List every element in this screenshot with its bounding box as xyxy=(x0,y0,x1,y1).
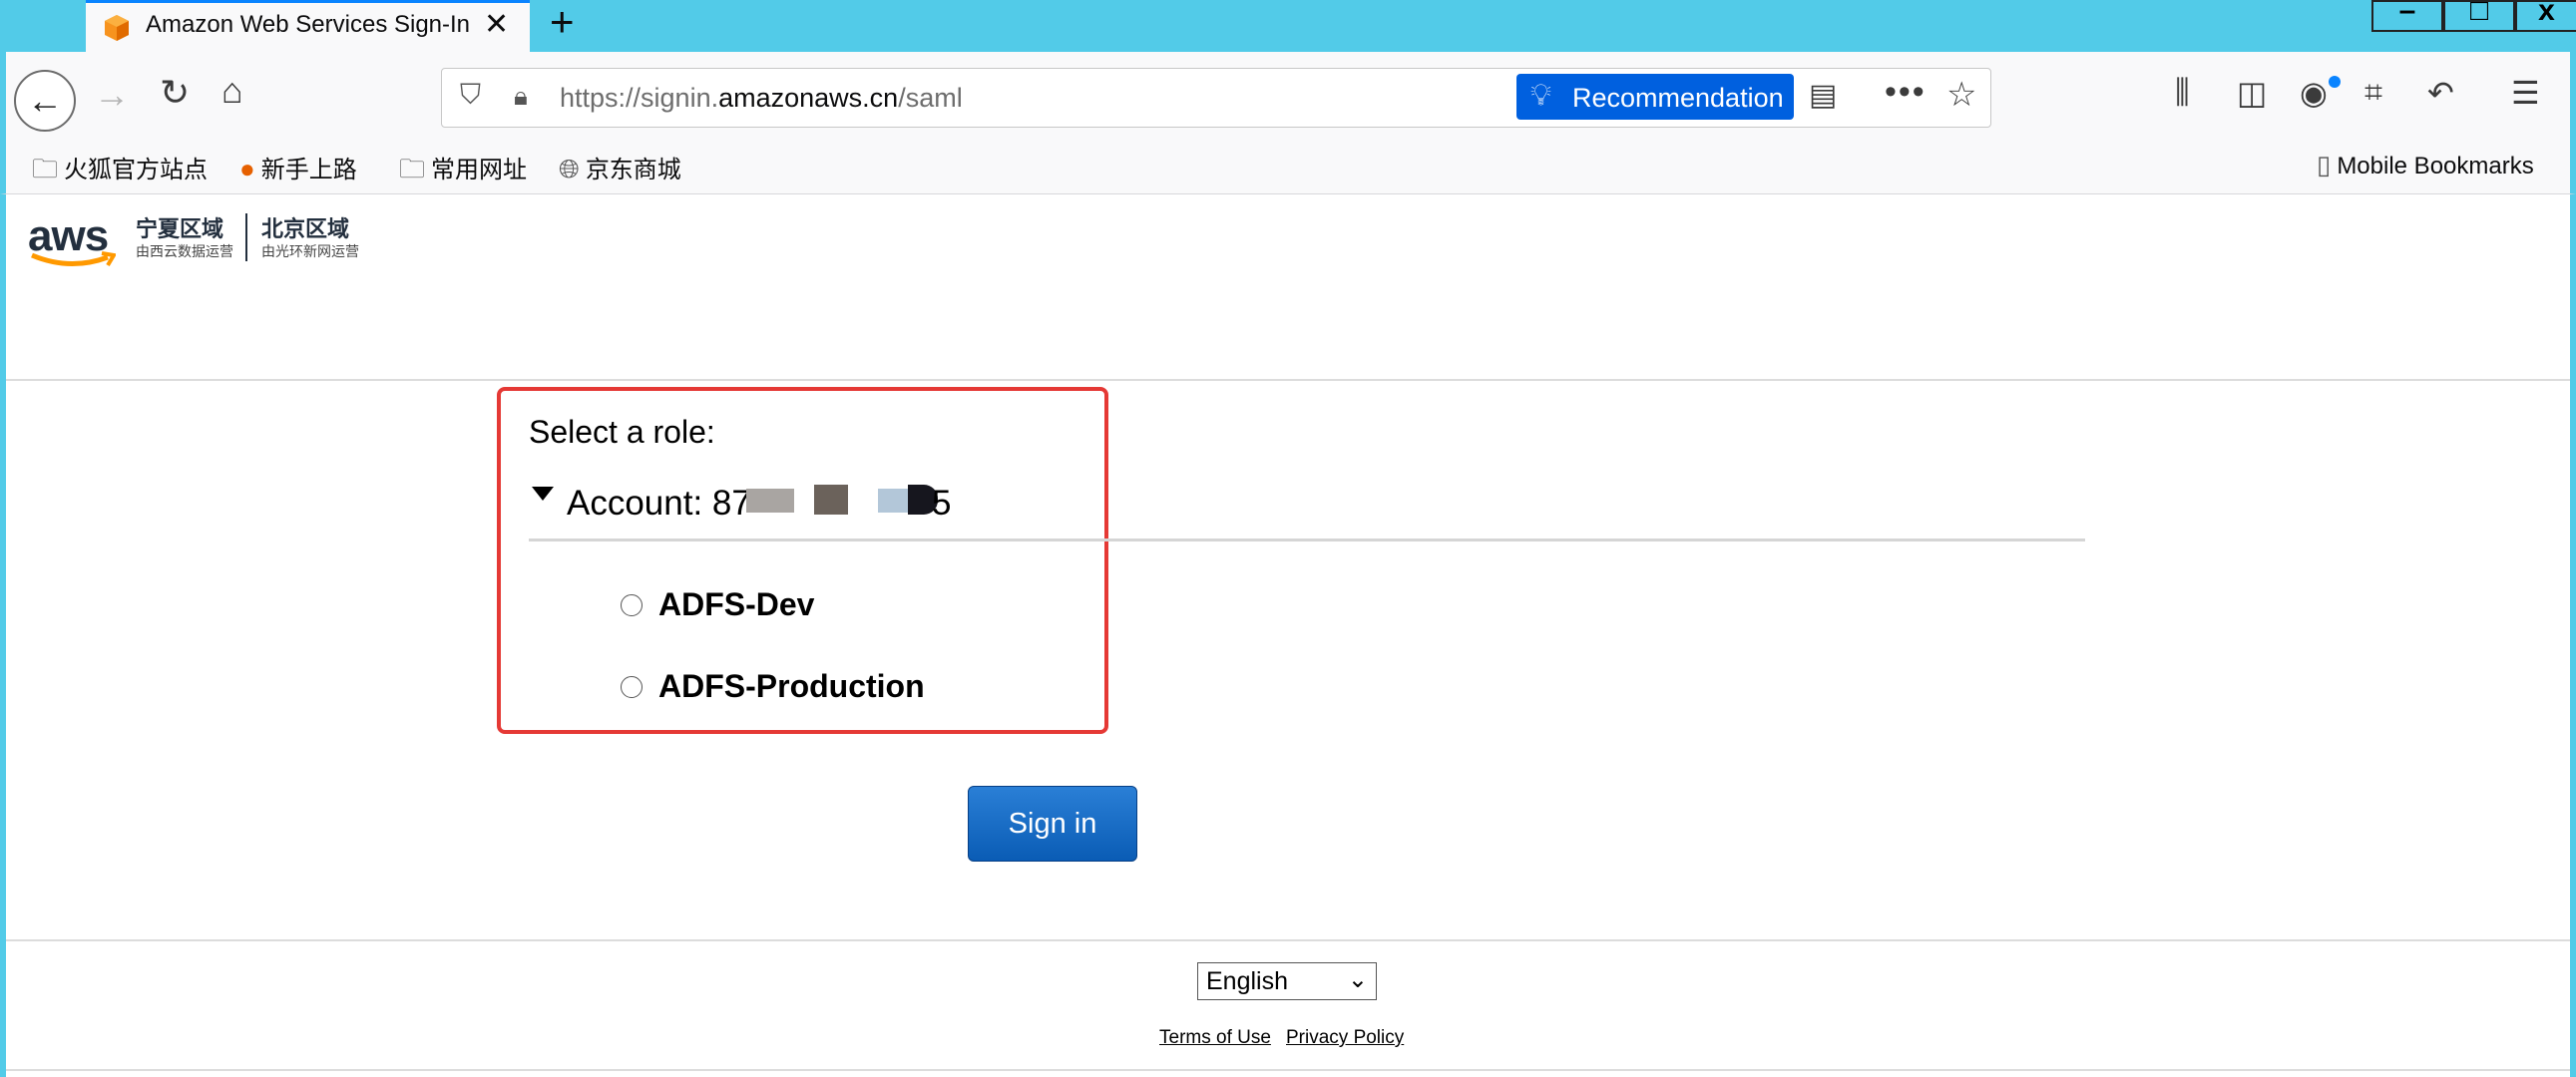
more-actions-icon[interactable]: ••• xyxy=(1885,73,1927,112)
lock-icon[interactable]: 🔒︎ xyxy=(514,81,528,113)
account-suffix: 5 xyxy=(932,484,952,523)
expand-caret-icon[interactable] xyxy=(532,487,554,501)
terms-of-use-link[interactable]: Terms of Use xyxy=(1159,1027,1271,1049)
divider xyxy=(6,1069,2570,1071)
page-content xyxy=(0,194,2576,1077)
region-beijing-title: 北京区域 xyxy=(261,216,350,241)
folder-icon: 🗀 xyxy=(32,154,59,183)
account-icon[interactable]: ◉ xyxy=(2300,74,2328,112)
hamburger-menu-icon[interactable]: ☰ xyxy=(2511,74,2540,112)
select-role-label: Select a role: xyxy=(529,414,715,450)
reader-view-icon[interactable]: ▤ xyxy=(1809,78,1837,113)
account-label: Account: 87 xyxy=(567,484,751,523)
sign-in-button[interactable]: Sign in xyxy=(968,786,1137,862)
aws-logo: aws xyxy=(28,211,116,267)
mobile-bookmarks[interactable]: ▯ Mobile Bookmarks xyxy=(2317,150,2534,180)
redaction xyxy=(746,489,794,513)
minimize-button[interactable]: – xyxy=(2371,0,2443,32)
forward-button[interactable]: → xyxy=(94,74,130,116)
logo-divider xyxy=(245,213,247,261)
address-bar[interactable]: ⛉ 🔒︎ https://signin.amazonaws.cn/saml 💡︎… xyxy=(441,68,1991,128)
redaction xyxy=(814,485,848,515)
notification-dot xyxy=(2329,76,2341,88)
maximize-button[interactable]: □ xyxy=(2443,0,2515,32)
divider xyxy=(6,379,2570,381)
back-button[interactable]: ← xyxy=(14,70,76,132)
share-icon[interactable]: ↶ xyxy=(2427,74,2454,112)
bookmarks-bar xyxy=(0,147,2576,194)
role-option-adfs-dev[interactable]: ADFS-Dev xyxy=(621,586,814,623)
sidebar-icon[interactable]: ◫ xyxy=(2237,74,2267,112)
browser-tab[interactable]: Amazon Web Services Sign-In ✕ xyxy=(86,0,530,57)
aws-smile-icon xyxy=(31,251,116,267)
lightbulb-icon: 💡︎ xyxy=(1530,79,1551,112)
library-icon[interactable]: ⫼ xyxy=(2175,74,2190,112)
bookmark-item[interactable]: ● 新手上路 xyxy=(239,150,357,184)
privacy-policy-link[interactable]: Privacy Policy xyxy=(1286,1027,1404,1049)
role-option-adfs-production[interactable]: ADFS-Production xyxy=(621,668,925,705)
account-divider xyxy=(529,538,2085,541)
radio-button[interactable] xyxy=(621,675,643,698)
aws-cube-icon xyxy=(105,15,129,41)
reload-button[interactable]: ↻ xyxy=(160,72,190,114)
bookmark-star-icon[interactable]: ☆ xyxy=(1946,75,1976,115)
firefox-icon: ● xyxy=(239,154,255,183)
bookmark-item[interactable]: 🗀 常用网址 xyxy=(399,150,527,194)
screenshot-crop-icon[interactable]: ⌗ xyxy=(2364,74,2382,112)
bookmark-item[interactable]: 🗀 火狐官方站点 xyxy=(32,150,208,194)
language-select[interactable]: English ⌄ xyxy=(1197,962,1377,1000)
chevron-down-icon: ⌄ xyxy=(1347,966,1368,993)
new-tab-button[interactable]: + xyxy=(550,0,575,46)
shield-icon[interactable]: ⛉ xyxy=(460,79,481,112)
recommendation-button[interactable]: 💡︎ Recommendation xyxy=(1516,74,1794,120)
globe-icon: 🌐︎ xyxy=(559,154,580,183)
region-ningxia-title: 宁夏区域 xyxy=(136,216,224,241)
close-window-button[interactable]: x xyxy=(2515,0,2576,32)
divider xyxy=(6,939,2570,941)
close-tab-icon[interactable]: ✕ xyxy=(484,7,509,42)
home-button[interactable]: ⌂ xyxy=(221,70,243,112)
arrow-left-icon: ← xyxy=(27,80,63,121)
url-text[interactable]: https://signin.amazonaws.cn/saml xyxy=(560,83,963,114)
phone-icon: ▯ xyxy=(2317,150,2332,180)
region-ningxia-subtitle: 由西云数据运营 xyxy=(136,243,233,259)
redaction xyxy=(878,489,910,513)
tab-title: Amazon Web Services Sign-In xyxy=(146,11,471,38)
folder-icon: 🗀 xyxy=(399,154,426,183)
radio-button[interactable] xyxy=(621,593,643,616)
region-beijing-subtitle: 由光环新网运营 xyxy=(261,243,359,259)
bookmark-item[interactable]: 🌐︎ 京东商城 xyxy=(559,150,681,185)
